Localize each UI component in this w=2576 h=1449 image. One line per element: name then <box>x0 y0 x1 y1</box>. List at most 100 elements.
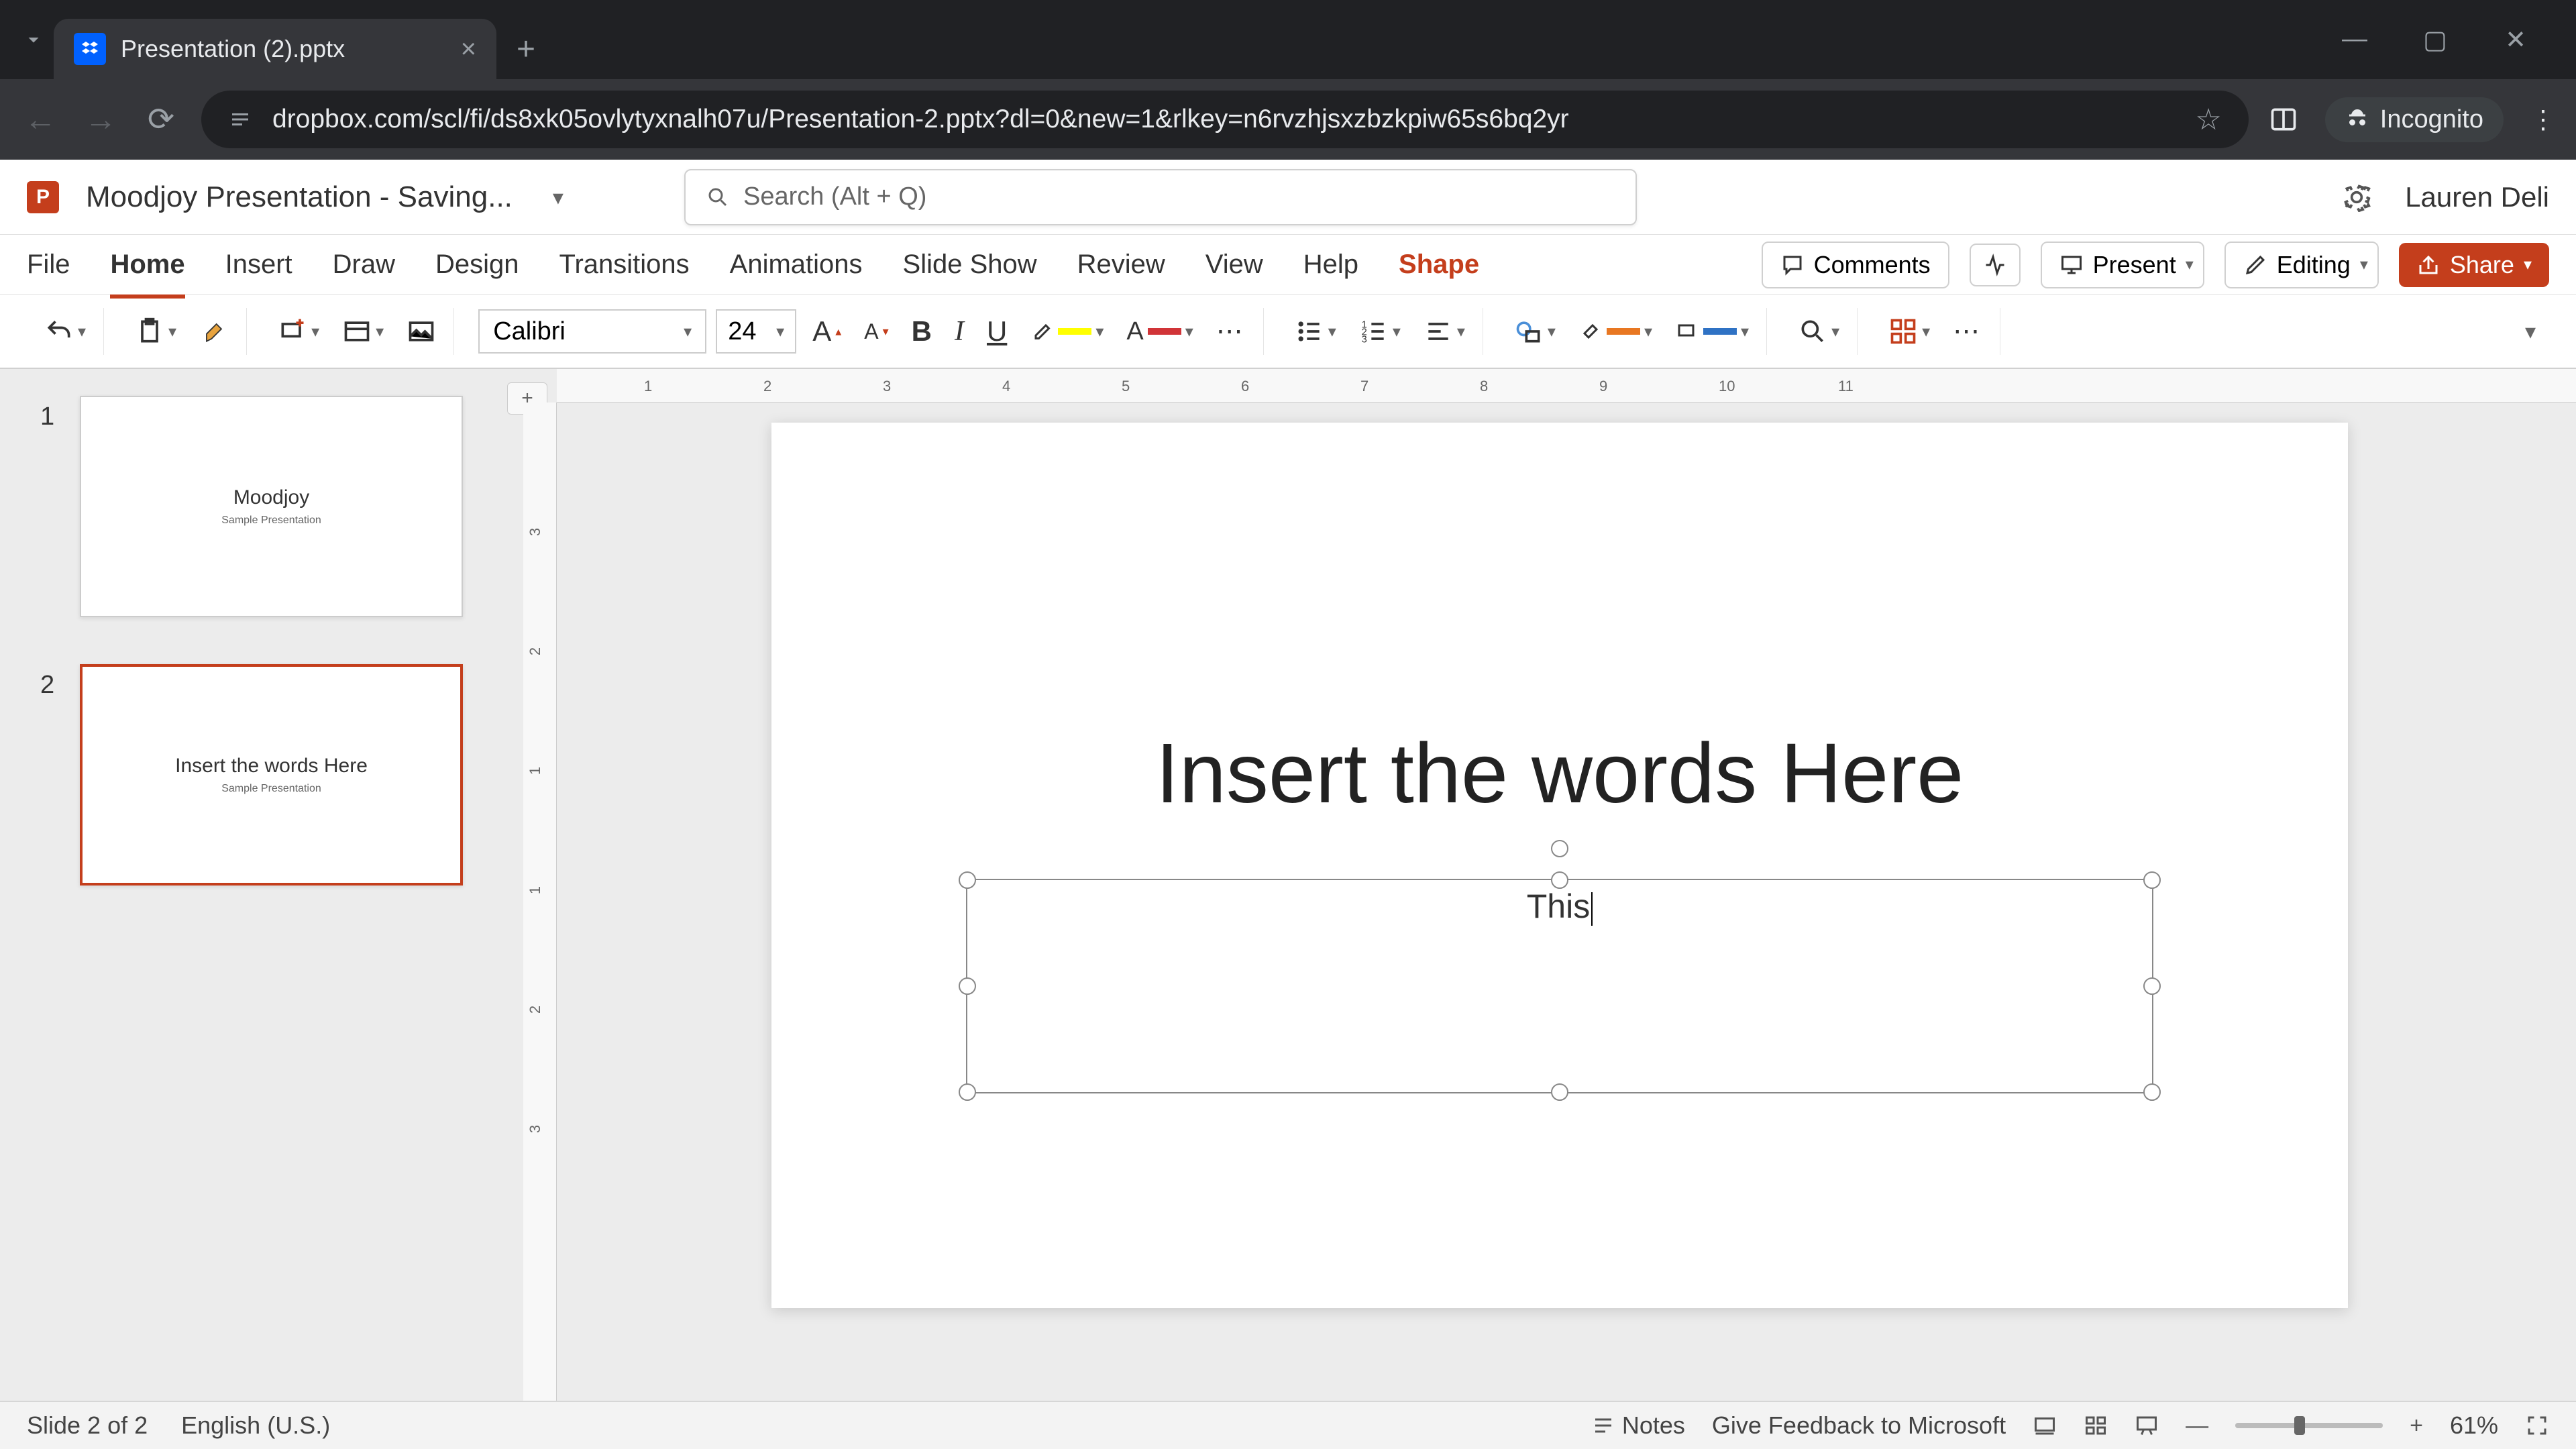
highlight-button[interactable]: ▾ <box>1023 314 1110 349</box>
vertical-ruler[interactable]: 321123 <box>523 402 557 1401</box>
designer-button[interactable]: ▾ <box>1882 311 1937 352</box>
browser-menu-button[interactable]: ⋮ <box>2530 105 2556 135</box>
fit-to-window-button[interactable] <box>2525 1413 2549 1438</box>
resize-handle-br[interactable] <box>2143 1083 2161 1101</box>
align-button[interactable]: ▾ <box>1417 311 1472 352</box>
horizontal-ruler[interactable]: 1234567891011 <box>557 369 2576 402</box>
tab-slideshow[interactable]: Slide Show <box>903 241 1037 288</box>
title-bar: P Moodjoy Presentation - Saving... ▾ Sea… <box>0 160 2576 235</box>
shape-outline-button[interactable]: ▾ <box>1668 314 1756 349</box>
slide-title[interactable]: Insert the words Here <box>771 724 2348 822</box>
reset-button[interactable] <box>400 311 443 352</box>
resize-handle-tm[interactable] <box>1551 871 1568 889</box>
resize-handle-mr[interactable] <box>2143 977 2161 995</box>
shapes-button[interactable]: ▾ <box>1507 311 1562 352</box>
back-button[interactable]: ← <box>20 101 60 138</box>
sorter-view-button[interactable] <box>2084 1413 2108 1438</box>
slide-canvas[interactable]: Insert the words Here This <box>771 423 2348 1308</box>
italic-button[interactable]: I <box>948 310 971 353</box>
close-window-button[interactable]: ✕ <box>2496 25 2536 55</box>
tab-view[interactable]: View <box>1205 241 1263 288</box>
slide-thumbnail-1[interactable]: Moodjoy Sample Presentation <box>80 396 463 617</box>
zoom-slider[interactable] <box>2235 1423 2383 1428</box>
feedback-link[interactable]: Give Feedback to Microsoft <box>1712 1411 2006 1440</box>
resize-handle-bm[interactable] <box>1551 1083 1568 1101</box>
collapse-ribbon-button[interactable]: ▾ <box>2525 319 2549 344</box>
selected-textbox[interactable]: This <box>966 879 2153 1093</box>
resize-handle-ml[interactable] <box>959 977 976 995</box>
tab-review[interactable]: Review <box>1077 241 1165 288</box>
tab-home[interactable]: Home <box>110 241 184 288</box>
undo-button[interactable]: ▾ <box>38 311 93 352</box>
bullets-button[interactable]: ▾ <box>1288 311 1343 352</box>
zoom-slider-thumb[interactable] <box>2294 1416 2305 1435</box>
comments-button[interactable]: Comments <box>1762 241 1949 288</box>
panel-icon[interactable] <box>2269 105 2298 134</box>
powerpoint-app-icon[interactable]: P <box>27 181 59 213</box>
share-button[interactable]: Share ▾ <box>2399 243 2549 287</box>
fit-icon <box>2525 1413 2549 1438</box>
catch-up-button[interactable] <box>1970 244 2021 286</box>
toolbar-more-button[interactable]: ⋯ <box>1946 311 1989 352</box>
layout-button[interactable]: ▾ <box>335 311 390 352</box>
bookmark-star-icon[interactable]: ☆ <box>2195 103 2221 137</box>
tab-design[interactable]: Design <box>435 241 519 288</box>
font-size-select[interactable]: 24 ▾ <box>716 309 796 354</box>
resize-handle-tr[interactable] <box>2143 871 2161 889</box>
maximize-button[interactable]: ▢ <box>2415 25 2455 55</box>
notes-toggle[interactable]: Notes <box>1591 1411 1685 1440</box>
normal-view-button[interactable] <box>2033 1413 2057 1438</box>
align-icon <box>1424 317 1453 346</box>
shrink-font-button[interactable]: A▾ <box>857 314 895 350</box>
search-box[interactable]: Search (Alt + Q) <box>684 169 1637 225</box>
format-painter-button[interactable] <box>193 311 235 352</box>
new-slide-button[interactable]: ▾ <box>271 311 326 352</box>
document-name[interactable]: Moodjoy Presentation - Saving... <box>86 180 513 214</box>
chevron-down-icon: ▾ <box>376 322 384 341</box>
bold-button[interactable]: B <box>905 310 938 353</box>
slideshow-view-button[interactable] <box>2135 1413 2159 1438</box>
shape-fill-button[interactable]: ▾ <box>1572 314 1659 349</box>
tab-help[interactable]: Help <box>1303 241 1358 288</box>
tab-animations[interactable]: Animations <box>730 241 863 288</box>
tab-search-button[interactable] <box>13 19 54 60</box>
resize-handle-bl[interactable] <box>959 1083 976 1101</box>
reload-button[interactable]: ⟳ <box>141 101 181 138</box>
chevron-down-icon: ▾ <box>311 322 319 341</box>
rotation-handle[interactable] <box>1551 840 1568 857</box>
underline-button[interactable]: U <box>980 310 1014 353</box>
user-name[interactable]: Lauren Deli <box>2405 181 2549 213</box>
tab-shape[interactable]: Shape <box>1399 241 1479 288</box>
grow-font-button[interactable]: A▴ <box>806 310 848 353</box>
document-name-chevron-icon[interactable]: ▾ <box>553 184 564 210</box>
font-color-button[interactable]: A▾ <box>1120 312 1199 352</box>
font-more-button[interactable]: ⋯ <box>1210 311 1252 352</box>
font-name-select[interactable]: Calibri ▾ <box>478 309 706 354</box>
paste-button[interactable]: ▾ <box>128 311 183 352</box>
tab-transitions[interactable]: Transitions <box>559 241 690 288</box>
new-tab-button[interactable]: + <box>517 31 535 68</box>
zoom-out-button[interactable]: — <box>2186 1413 2208 1439</box>
find-button[interactable]: ▾ <box>1791 311 1846 352</box>
numbering-button[interactable]: 123▾ <box>1352 311 1407 352</box>
settings-button[interactable] <box>2342 182 2371 212</box>
slide-thumbnail-2[interactable]: Insert the words Here Sample Presentatio… <box>80 664 463 885</box>
tab-insert[interactable]: Insert <box>225 241 292 288</box>
tab-close-button[interactable]: × <box>461 34 476 64</box>
tab-draw[interactable]: Draw <box>333 241 395 288</box>
browser-tab[interactable]: Presentation (2).pptx × <box>54 19 496 79</box>
url-field[interactable]: dropbox.com/scl/fi/ds8xk05ovlytyxnalh07u… <box>201 91 2249 148</box>
editing-mode-button[interactable]: Editing ▾ <box>2224 241 2379 288</box>
chevron-down-icon: ▾ <box>2524 255 2532 274</box>
present-button[interactable]: Present ▾ <box>2041 241 2204 288</box>
site-info-icon[interactable] <box>228 107 252 131</box>
slide-counter[interactable]: Slide 2 of 2 <box>27 1411 148 1440</box>
language-status[interactable]: English (U.S.) <box>181 1411 330 1440</box>
zoom-in-button[interactable]: + <box>2410 1413 2423 1439</box>
minimize-button[interactable]: — <box>2334 25 2375 55</box>
zoom-level[interactable]: 61% <box>2450 1411 2498 1440</box>
resize-handle-tl[interactable] <box>959 871 976 889</box>
forward-button[interactable]: → <box>80 101 121 138</box>
incognito-badge[interactable]: Incognito <box>2325 97 2504 142</box>
tab-file[interactable]: File <box>27 241 70 288</box>
